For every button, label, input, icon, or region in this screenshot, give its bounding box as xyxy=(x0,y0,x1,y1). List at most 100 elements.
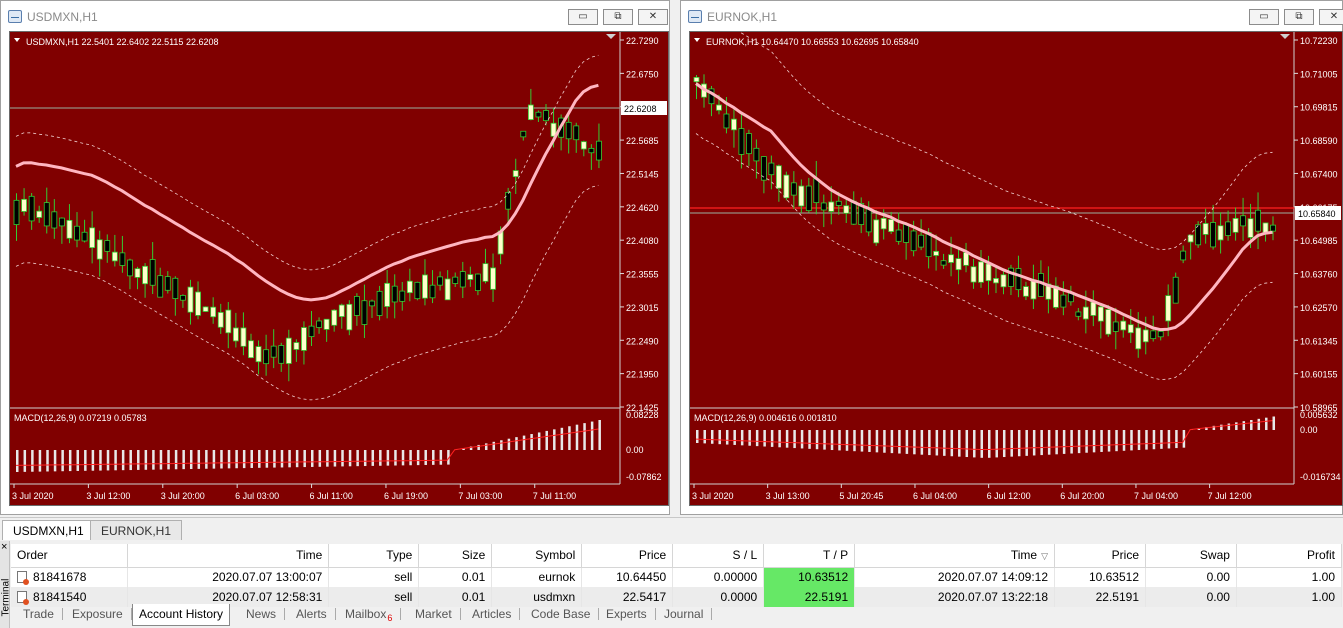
macd-bar xyxy=(167,450,170,470)
macd-bar xyxy=(159,450,163,470)
column-header[interactable]: Time xyxy=(127,544,330,568)
tab-label: Mailbox xyxy=(345,607,387,621)
time-tick-label: 6 Jul 19:00 xyxy=(384,491,428,501)
candle-body xyxy=(308,325,315,338)
restore-button[interactable]: ⧉ xyxy=(603,9,633,25)
price-tick-label: 10.68590 xyxy=(1300,136,1338,146)
candle-body xyxy=(134,268,141,278)
candle-body xyxy=(925,232,932,258)
window-titlebar[interactable]: EURNOK,H1 ▭ ⧉ ✕ xyxy=(681,1,1343,31)
candle-body xyxy=(172,277,179,299)
price-tick-label: 10.60155 xyxy=(1300,370,1338,380)
candle-body xyxy=(775,165,782,189)
macd-bar xyxy=(995,430,998,458)
tab-account-history[interactable]: Account History xyxy=(132,604,231,626)
tab-experts[interactable]: Experts xyxy=(606,604,656,626)
table-cell: eurnok xyxy=(491,567,583,587)
price-tick-label: 10.62570 xyxy=(1300,303,1338,313)
tab-label: Trade xyxy=(23,607,54,621)
terminal-label: Terminal xyxy=(0,578,12,617)
candle-body xyxy=(1202,223,1209,235)
candle-body xyxy=(232,327,239,342)
minimize-button[interactable]: ▭ xyxy=(1249,9,1279,25)
table-header: Order Time Type Size Symbol Price S / L … xyxy=(11,544,1343,568)
close-icon[interactable]: × xyxy=(1,541,7,553)
candle-body xyxy=(331,309,338,326)
chart-tab-usdmxn[interactable]: USDMXN,H1 xyxy=(2,520,95,540)
chart-tab-eurnok[interactable]: EURNOK,H1 xyxy=(90,520,183,540)
time-tick-label: 6 Jul 03:00 xyxy=(235,491,279,501)
window-titlebar[interactable]: USDMXN,H1 ▭ ⧉ ✕ xyxy=(1,1,669,31)
column-header[interactable]: Size xyxy=(418,544,493,568)
candle-body xyxy=(248,340,254,359)
column-header[interactable]: S / L xyxy=(672,544,765,568)
macd-bar xyxy=(1002,430,1006,458)
column-header[interactable]: Type xyxy=(328,544,420,568)
candle-body xyxy=(301,327,307,351)
terminal-tabs: Trade Exposure Account History News Aler… xyxy=(11,604,1343,626)
macd-bar xyxy=(1055,430,1058,455)
price-chart[interactable]: 22.7290 22.6750 22.6208 22.5685 22.5145 22.46… xyxy=(9,31,669,506)
candle-body xyxy=(573,125,580,141)
candle-body xyxy=(768,162,775,176)
candle-body xyxy=(437,276,443,286)
column-header[interactable]: Order xyxy=(11,544,129,568)
macd-bar xyxy=(830,430,834,451)
candle-body xyxy=(1180,250,1187,261)
macd-bar xyxy=(838,430,841,451)
price-tick-label: 10.69815 xyxy=(1300,103,1338,113)
candle-body xyxy=(1210,222,1217,248)
column-header[interactable]: Profit xyxy=(1236,544,1343,568)
macd-bar xyxy=(1032,430,1036,456)
macd-bar xyxy=(560,427,564,450)
price-tick-label: 22.1950 xyxy=(626,370,659,380)
column-header-sorted[interactable]: Time ▽ xyxy=(854,544,1056,568)
price-tick-label: 22.6750 xyxy=(626,69,659,79)
candle-body xyxy=(1082,306,1089,320)
candle-body xyxy=(1112,321,1119,332)
chart-header: EURNOK,H1 10.64470 10.66553 10.62695 10.… xyxy=(706,37,919,47)
candle-body xyxy=(1157,330,1164,338)
tab-mailbox[interactable]: Mailbox6 xyxy=(345,604,402,626)
tab-journal[interactable]: Journal xyxy=(664,604,713,626)
restore-button[interactable]: ⧉ xyxy=(1284,9,1314,25)
table-cell: sell xyxy=(328,567,420,587)
chart-window-eurnok[interactable]: EURNOK,H1 ▭ ⧉ ✕ 10.72230 10.71005 10.69815… xyxy=(680,0,1343,515)
tab-articles[interactable]: Articles xyxy=(472,604,521,626)
candle-body xyxy=(520,130,527,138)
candle-body xyxy=(527,104,534,121)
column-header[interactable]: Symbol xyxy=(491,544,583,568)
price-tick-label: 10.64985 xyxy=(1300,236,1338,246)
close-button[interactable]: ✕ xyxy=(638,9,668,25)
candle-body xyxy=(36,210,43,218)
macd-bar xyxy=(106,450,110,471)
candle-body xyxy=(157,275,164,298)
candle-body xyxy=(1060,294,1067,308)
chart-window-usdmxn[interactable]: USDMXN,H1 ▭ ⧉ ✕ 22.729022.675022.620822.… xyxy=(0,0,670,515)
column-header[interactable]: Price xyxy=(1054,544,1146,568)
macd-bar xyxy=(401,450,405,466)
macd-bar xyxy=(965,430,969,458)
minimize-button[interactable]: ▭ xyxy=(568,9,598,25)
macd-bar xyxy=(530,434,533,450)
macd-bar xyxy=(273,450,276,468)
tab-exposure[interactable]: Exposure xyxy=(72,604,132,626)
table-row[interactable]: 81841678 2020.07.07 13:00:07 sell 0.01 e… xyxy=(11,567,1343,587)
column-header[interactable]: T / P xyxy=(763,544,856,568)
column-header[interactable]: Price xyxy=(581,544,674,568)
column-header[interactable]: Swap xyxy=(1145,544,1237,568)
tab-trade[interactable]: Trade xyxy=(23,604,63,626)
tab-market[interactable]: Market xyxy=(415,604,461,626)
tab-code-base[interactable]: Code Base xyxy=(531,604,600,626)
tab-alerts[interactable]: Alerts xyxy=(296,604,336,626)
price-chart[interactable]: 10.72230 10.71005 10.69815 10.68590 10.67400… xyxy=(689,31,1343,506)
macd-bar xyxy=(53,450,57,472)
tab-news[interactable]: News xyxy=(246,604,286,626)
order-id: 81841540 xyxy=(33,590,87,604)
macd-bar xyxy=(740,430,744,446)
candle-body xyxy=(1135,327,1142,350)
macd-bar xyxy=(1272,416,1276,430)
candle-body xyxy=(738,128,745,155)
close-button[interactable]: ✕ xyxy=(1319,9,1343,25)
candle-body xyxy=(263,349,270,365)
